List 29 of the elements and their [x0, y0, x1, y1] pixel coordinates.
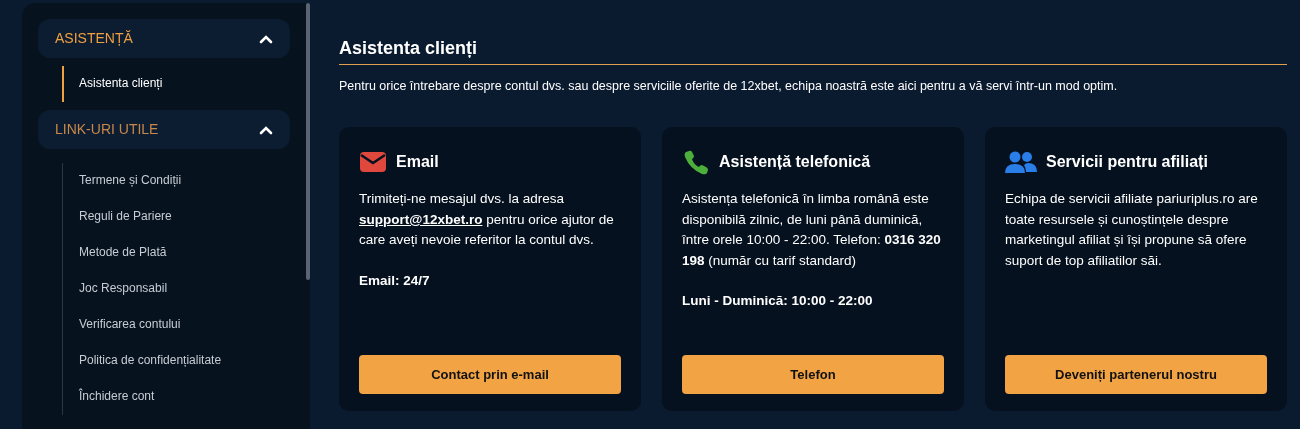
section-header[interactable]: LINK-URI UTILE — [38, 110, 290, 149]
scrollbar[interactable] — [306, 3, 310, 280]
sidebar-link[interactable]: Asistenta clienți — [62, 66, 290, 102]
sidebar-link[interactable]: Închidere cont — [62, 379, 290, 415]
action-button[interactable]: Deveniți partenerul nostru — [1005, 355, 1267, 395]
card-title: Asistență telefonică — [719, 152, 871, 173]
sidebar-link[interactable]: Joc Responsabil — [62, 271, 290, 307]
card-text: Asistența telefonică în limba română este disponibilă zilnic, de luni până duminică, între orele 10:00 - 22:00. Telefon: 0316 320 198 (număr cu tarif standard) — [682, 190, 942, 270]
phone-icon — [682, 149, 710, 176]
action-button[interactable]: Contact prin e-mail — [359, 355, 621, 395]
hours-text: Luni - Duminică: 10:00 - 22:00 — [682, 292, 874, 311]
chevron-up-icon — [259, 124, 273, 135]
sidebar-link[interactable]: Verificarea contului — [62, 307, 290, 343]
people-icon — [1005, 149, 1037, 176]
section-header[interactable]: ASISTENȚĂ — [38, 19, 290, 58]
action-button[interactable]: Telefon — [682, 355, 944, 395]
email-link[interactable]: support@12xbet.ro — [359, 211, 483, 227]
description-text: Pentru orice întrebare despre contul dvs. sau despre serviciile oferite de 12xbet, echipa noastră este aici pentru a vă servi într-un mod optim. — [339, 77, 1119, 95]
card-text: Echipa de servicii afiliate pariuriplus.ro are toate resursele și cunoștințele despre marketingul afiliat și își propune să ofere suport de top afiliatilor săi. — [1005, 190, 1259, 270]
hours-text: Email: 24/7 — [359, 271, 431, 290]
page-title: Asistenta clienți — [339, 38, 1287, 65]
card-title: Email — [396, 152, 439, 173]
card-title: Servicii pentru afiliați — [1046, 152, 1208, 173]
sidebar-link[interactable]: Metode de Plată — [62, 235, 290, 271]
sidebar-link[interactable]: Reguli de Pariere — [62, 199, 290, 235]
chevron-up-icon — [259, 33, 273, 44]
card-text: Trimiteți-ne mesajul dvs. la adresa support@12xbet.ro pentru orice ajutor de care aveți nevoie referitor la contul dvs. — [359, 190, 615, 250]
sidebar-link[interactable]: Termene și Condiții — [62, 163, 290, 199]
sidebar-link[interactable]: Politica de confidențialitate — [62, 343, 290, 379]
